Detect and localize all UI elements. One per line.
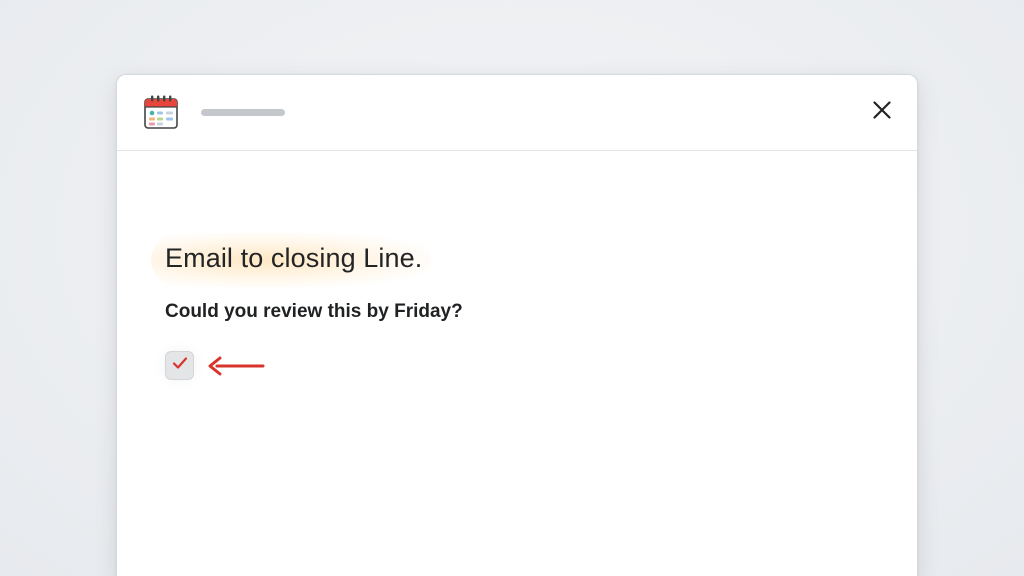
calendar-icon — [143, 94, 179, 130]
message-subject: Email to closing Line. — [165, 243, 423, 273]
message-question: Could you review this by Friday? — [165, 301, 463, 322]
window-titlebar — [117, 75, 917, 151]
desktop-background: Email to closing Line. Could you review … — [0, 0, 1024, 576]
close-icon — [872, 100, 892, 125]
window-title — [201, 109, 285, 116]
review-checkbox[interactable] — [165, 351, 194, 380]
message-window: Email to closing Line. Could you review … — [116, 74, 918, 576]
close-button[interactable] — [867, 97, 897, 127]
arrow-left-icon — [207, 355, 265, 377]
check-icon — [171, 354, 189, 377]
breadcrumb — [165, 179, 237, 191]
